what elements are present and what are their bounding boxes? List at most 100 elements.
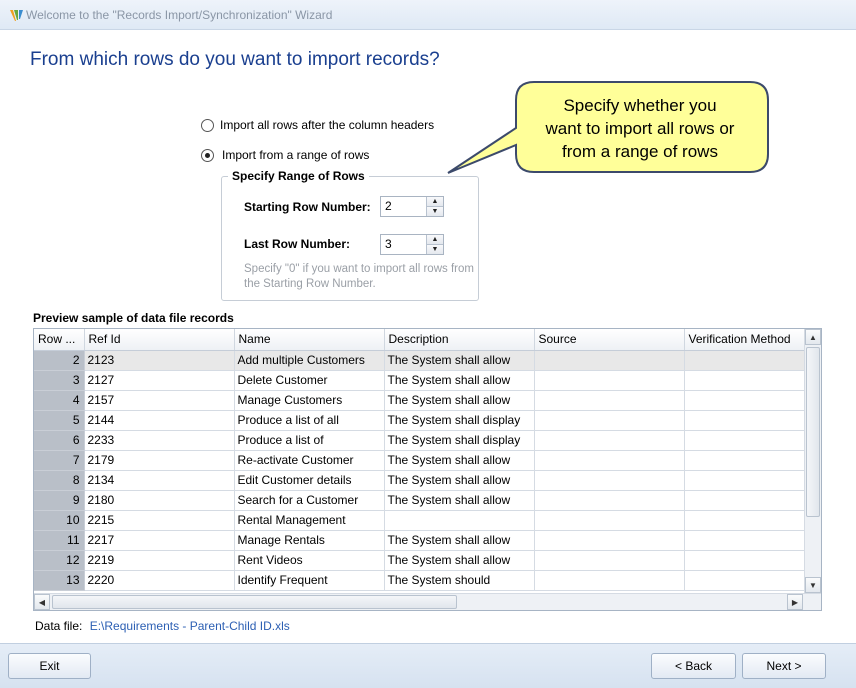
- table-cell[interactable]: [684, 370, 807, 391]
- table-cell[interactable]: [684, 390, 807, 411]
- table-cell[interactable]: The System shall allow: [384, 530, 535, 551]
- table-row[interactable]: 13 2220 Identify Frequent The System should: [34, 570, 807, 591]
- table-cell[interactable]: Rent Videos: [234, 550, 385, 571]
- table-cell[interactable]: [684, 550, 807, 571]
- scroll-up-icon[interactable]: ▲: [805, 329, 821, 345]
- row-number-cell[interactable]: 7: [34, 450, 85, 471]
- row-number-cell[interactable]: 6: [34, 430, 85, 451]
- chevron-up-icon[interactable]: ▲: [427, 197, 443, 207]
- import-range-radio[interactable]: [201, 148, 214, 162]
- table-cell[interactable]: The System shall allow: [384, 450, 535, 471]
- table-row[interactable]: 12 2219 Rent Videos The System shall allow: [34, 550, 807, 571]
- table-cell[interactable]: 2179: [84, 450, 235, 471]
- table-cell[interactable]: [684, 490, 807, 511]
- back-button[interactable]: < Back: [651, 653, 736, 679]
- table-cell[interactable]: [684, 410, 807, 431]
- table-cell[interactable]: [684, 350, 807, 371]
- table-cell[interactable]: Search for a Customer: [234, 490, 385, 511]
- table-cell[interactable]: 2123: [84, 350, 235, 371]
- row-number-cell[interactable]: 4: [34, 390, 85, 411]
- exit-button[interactable]: Exit: [8, 653, 91, 679]
- table-cell[interactable]: The System shall allow: [384, 350, 535, 371]
- table-cell[interactable]: The System shall display: [384, 430, 535, 451]
- scroll-right-icon[interactable]: ▶: [787, 594, 803, 610]
- table-row[interactable]: 2 2123 Add multiple Customers The System sh…: [34, 350, 807, 371]
- table-cell[interactable]: 2215: [84, 510, 235, 531]
- table-cell[interactable]: The System shall allow: [384, 370, 535, 391]
- table-cell[interactable]: [534, 570, 685, 591]
- table-cell[interactable]: Edit Customer details: [234, 470, 385, 491]
- table-cell[interactable]: [534, 530, 685, 551]
- table-cell[interactable]: The System shall allow: [384, 550, 535, 571]
- table-cell[interactable]: 2219: [84, 550, 235, 571]
- table-cell[interactable]: [534, 490, 685, 511]
- table-cell[interactable]: Manage Rentals: [234, 530, 385, 551]
- horizontal-scrollbar[interactable]: ◀ ▶: [34, 593, 821, 610]
- row-number-cell[interactable]: 5: [34, 410, 85, 431]
- table-cell[interactable]: 2217: [84, 530, 235, 551]
- table-cell[interactable]: 2127: [84, 370, 235, 391]
- table-cell[interactable]: [534, 390, 685, 411]
- table-row[interactable]: 5 2144 Produce a list of all The System sha…: [34, 410, 807, 431]
- table-cell[interactable]: [534, 370, 685, 391]
- table-row[interactable]: 7 2179 Re-activate Customer The System shal…: [34, 450, 807, 471]
- import-range-option[interactable]: Import from a range of rows: [201, 148, 369, 162]
- table-cell[interactable]: [684, 530, 807, 551]
- table-cell[interactable]: [684, 510, 807, 531]
- table-cell[interactable]: [534, 470, 685, 491]
- scroll-down-icon[interactable]: ▼: [805, 577, 821, 593]
- table-cell[interactable]: [534, 410, 685, 431]
- table-cell[interactable]: The System shall allow: [384, 470, 535, 491]
- table-cell[interactable]: Manage Customers: [234, 390, 385, 411]
- table-cell[interactable]: [534, 510, 685, 531]
- next-button[interactable]: Next >: [742, 653, 826, 679]
- import-all-rows-option[interactable]: Import all rows after the column headers: [201, 118, 434, 132]
- table-row[interactable]: 3 2127 Delete Customer The System shall all…: [34, 370, 807, 391]
- column-header-ref-id[interactable]: Ref Id: [84, 329, 235, 351]
- table-row[interactable]: 10 2215 Rental Management: [34, 510, 807, 531]
- row-number-cell[interactable]: 9: [34, 490, 85, 511]
- row-number-cell[interactable]: 3: [34, 370, 85, 391]
- vertical-scrollbar[interactable]: ▲ ▼: [804, 329, 821, 593]
- table-cell[interactable]: [534, 450, 685, 471]
- table-cell[interactable]: The System shall allow: [384, 490, 535, 511]
- table-row[interactable]: 11 2217 Manage Rentals The System shall all…: [34, 530, 807, 551]
- table-cell[interactable]: The System shall allow: [384, 390, 535, 411]
- table-cell[interactable]: Add multiple Customers: [234, 350, 385, 371]
- table-cell[interactable]: [534, 430, 685, 451]
- table-cell[interactable]: 2220: [84, 570, 235, 591]
- table-cell[interactable]: Produce a list of: [234, 430, 385, 451]
- column-header-verification-method[interactable]: Verification Method: [684, 329, 807, 351]
- table-cell[interactable]: Delete Customer: [234, 370, 385, 391]
- table-cell[interactable]: 2157: [84, 390, 235, 411]
- last-row-input[interactable]: 3: [381, 235, 426, 254]
- table-row[interactable]: 8 2134 Edit Customer details The System sha…: [34, 470, 807, 491]
- table-cell[interactable]: [684, 570, 807, 591]
- table-cell[interactable]: 2144: [84, 410, 235, 431]
- last-row-stepper[interactable]: 3 ▲ ▼: [380, 234, 444, 255]
- row-number-cell[interactable]: 2: [34, 350, 85, 371]
- table-cell[interactable]: 2233: [84, 430, 235, 451]
- table-cell[interactable]: The System shall display: [384, 410, 535, 431]
- table-cell[interactable]: [684, 470, 807, 491]
- preview-grid[interactable]: Row ... Ref Id Name Description Source V…: [33, 328, 822, 611]
- row-number-cell[interactable]: 11: [34, 530, 85, 551]
- table-cell[interactable]: 2134: [84, 470, 235, 491]
- horizontal-scroll-thumb[interactable]: [52, 595, 457, 609]
- chevron-down-icon[interactable]: ▼: [427, 207, 443, 216]
- table-cell[interactable]: Re-activate Customer: [234, 450, 385, 471]
- column-header-name[interactable]: Name: [234, 329, 385, 351]
- table-cell[interactable]: Produce a list of all: [234, 410, 385, 431]
- table-row[interactable]: 9 2180 Search for a Customer The System sha…: [34, 490, 807, 511]
- table-cell[interactable]: Identify Frequent: [234, 570, 385, 591]
- starting-row-input[interactable]: 2: [381, 197, 426, 216]
- column-header-row-number[interactable]: Row ...: [34, 329, 85, 351]
- row-number-cell[interactable]: 12: [34, 550, 85, 571]
- row-number-cell[interactable]: 10: [34, 510, 85, 531]
- column-header-description[interactable]: Description: [384, 329, 535, 351]
- table-cell[interactable]: Rental Management: [234, 510, 385, 531]
- import-all-rows-radio[interactable]: [201, 118, 214, 132]
- table-cell[interactable]: 2180: [84, 490, 235, 511]
- table-row[interactable]: 6 2233 Produce a list of The System shall d…: [34, 430, 807, 451]
- table-cell[interactable]: [384, 510, 535, 531]
